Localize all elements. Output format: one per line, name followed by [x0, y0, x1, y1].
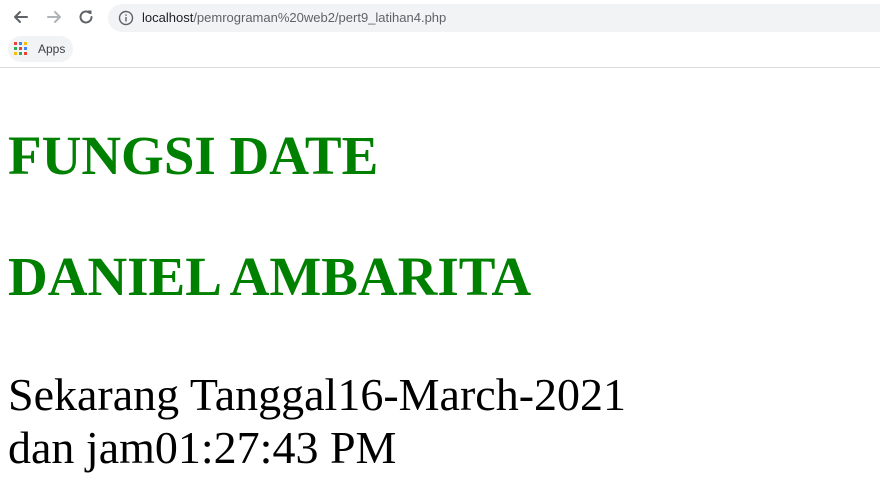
info-icon[interactable] — [118, 10, 134, 26]
bookmarks-bar: Apps — [0, 34, 880, 67]
address-bar[interactable]: localhost/pemrograman%20web2/pert9_latih… — [108, 4, 880, 32]
date-prefix: Sekarang Tanggal — [8, 369, 338, 420]
time-prefix: dan jam — [8, 422, 155, 473]
bookmark-label: Apps — [38, 42, 66, 56]
url-host: localhost — [142, 10, 194, 25]
time-line: dan jam01:27:43 PM — [8, 422, 396, 474]
forward-button[interactable] — [42, 5, 66, 29]
url-text[interactable]: localhost/pemrograman%20web2/pert9_latih… — [142, 10, 446, 26]
reload-icon — [79, 10, 93, 24]
browser-toolbar: localhost/pemrograman%20web2/pert9_latih… — [0, 0, 880, 34]
forward-arrow-icon — [47, 11, 61, 23]
author-name: DANIEL AMBARITA — [8, 246, 532, 307]
page-title: FUNGSI DATE — [8, 125, 379, 186]
date-value: 16-March-2021 — [337, 369, 627, 420]
bookmark-apps[interactable]: Apps — [8, 36, 74, 62]
back-button[interactable] — [9, 5, 33, 29]
reload-button[interactable] — [74, 5, 98, 29]
browser-chrome: localhost/pemrograman%20web2/pert9_latih… — [0, 0, 880, 68]
date-line: Sekarang Tanggal16-March-2021 — [8, 369, 626, 421]
apps-grid-icon — [14, 42, 28, 56]
time-value: 01:27:43 PM — [154, 422, 397, 473]
back-arrow-icon — [14, 11, 28, 23]
url-path: /pemrograman%20web2/pert9_latihan4.php — [193, 10, 447, 25]
